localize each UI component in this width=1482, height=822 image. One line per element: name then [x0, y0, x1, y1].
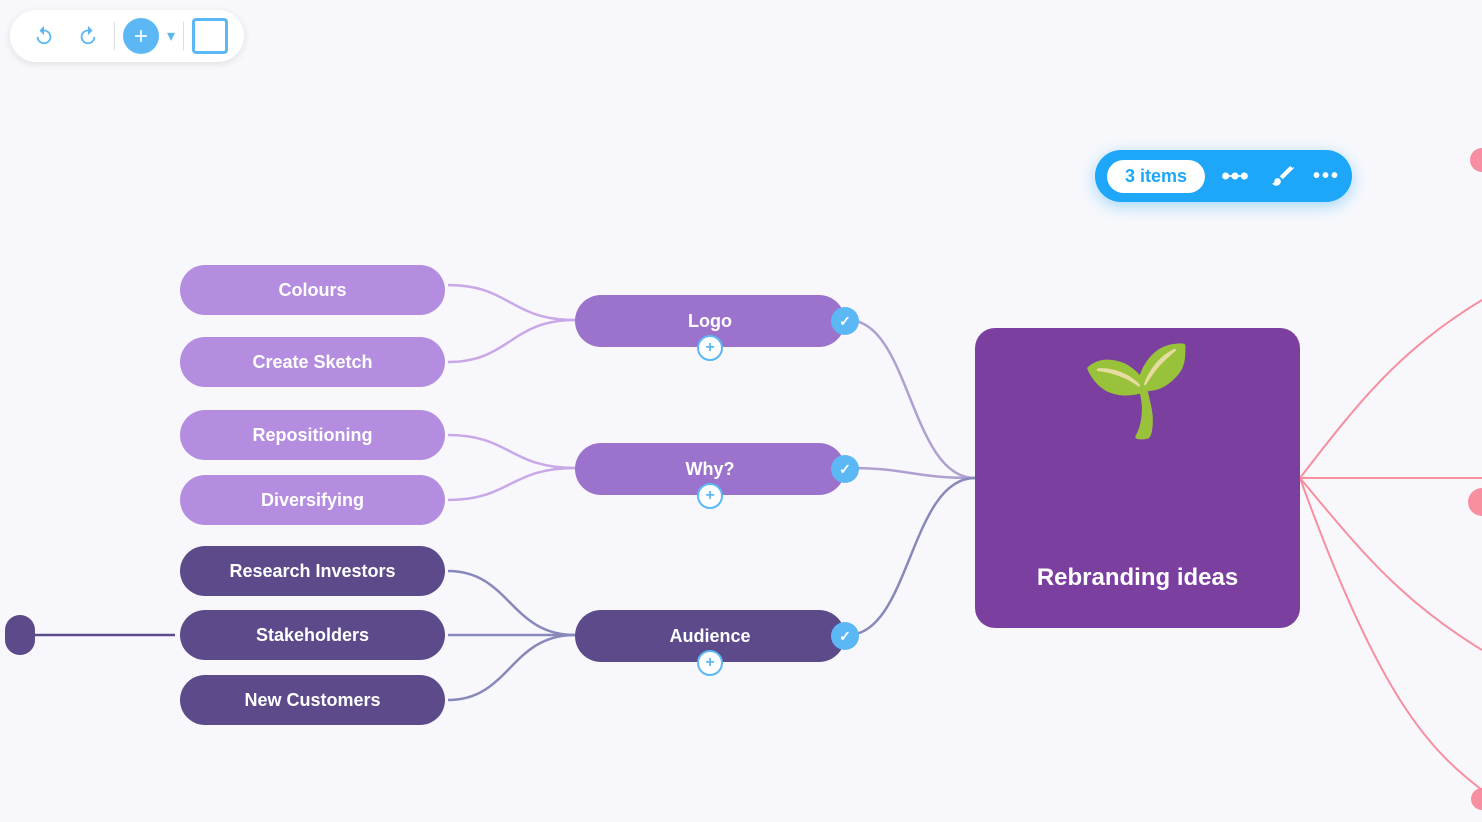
deco-circle-3 [1471, 788, 1482, 810]
add-button[interactable] [123, 18, 159, 54]
toolbar-divider-2 [183, 22, 184, 50]
repositioning-node[interactable]: Repositioning [180, 410, 445, 460]
stakeholders-node[interactable]: Stakeholders [180, 610, 445, 660]
audience-check-badge: ✓ [831, 622, 859, 650]
logo-node[interactable]: Logo ✓ + [575, 295, 845, 347]
undo-button[interactable] [26, 18, 62, 54]
frame-tool-button[interactable] [192, 18, 228, 54]
paint-brush-icon[interactable] [1265, 158, 1301, 194]
logo-check-badge: ✓ [831, 307, 859, 335]
add-chevron-button[interactable]: ▾ [167, 26, 175, 46]
new-customers-node[interactable]: New Customers [180, 675, 445, 725]
why-node[interactable]: Why? ✓ + [575, 443, 845, 495]
more-options-button[interactable]: ••• [1313, 165, 1340, 188]
plant-visual: 🌱 [1081, 338, 1193, 443]
toolbar: ▾ [10, 10, 244, 62]
why-plus-badge[interactable]: + [697, 483, 723, 509]
selection-toolbar: 3 items ••• [1095, 150, 1352, 202]
central-node[interactable]: 🌱 Rebranding ideas [975, 328, 1300, 628]
colours-node[interactable]: Colours [180, 265, 445, 315]
why-check-badge: ✓ [831, 455, 859, 483]
research-investors-node[interactable]: Research Investors [180, 546, 445, 596]
left-stub-node[interactable] [5, 615, 35, 655]
toolbar-divider [114, 22, 115, 50]
group-icon[interactable] [1217, 158, 1253, 194]
logo-plus-badge[interactable]: + [697, 335, 723, 361]
deco-circle-1 [1470, 148, 1482, 172]
audience-plus-badge[interactable]: + [697, 650, 723, 676]
audience-node[interactable]: Audience ✓ + [575, 610, 845, 662]
diversifying-node[interactable]: Diversifying [180, 475, 445, 525]
redo-button[interactable] [70, 18, 106, 54]
deco-circle-2 [1468, 488, 1482, 516]
create-sketch-node[interactable]: Create Sketch [180, 337, 445, 387]
items-count-badge: 3 items [1107, 160, 1205, 193]
